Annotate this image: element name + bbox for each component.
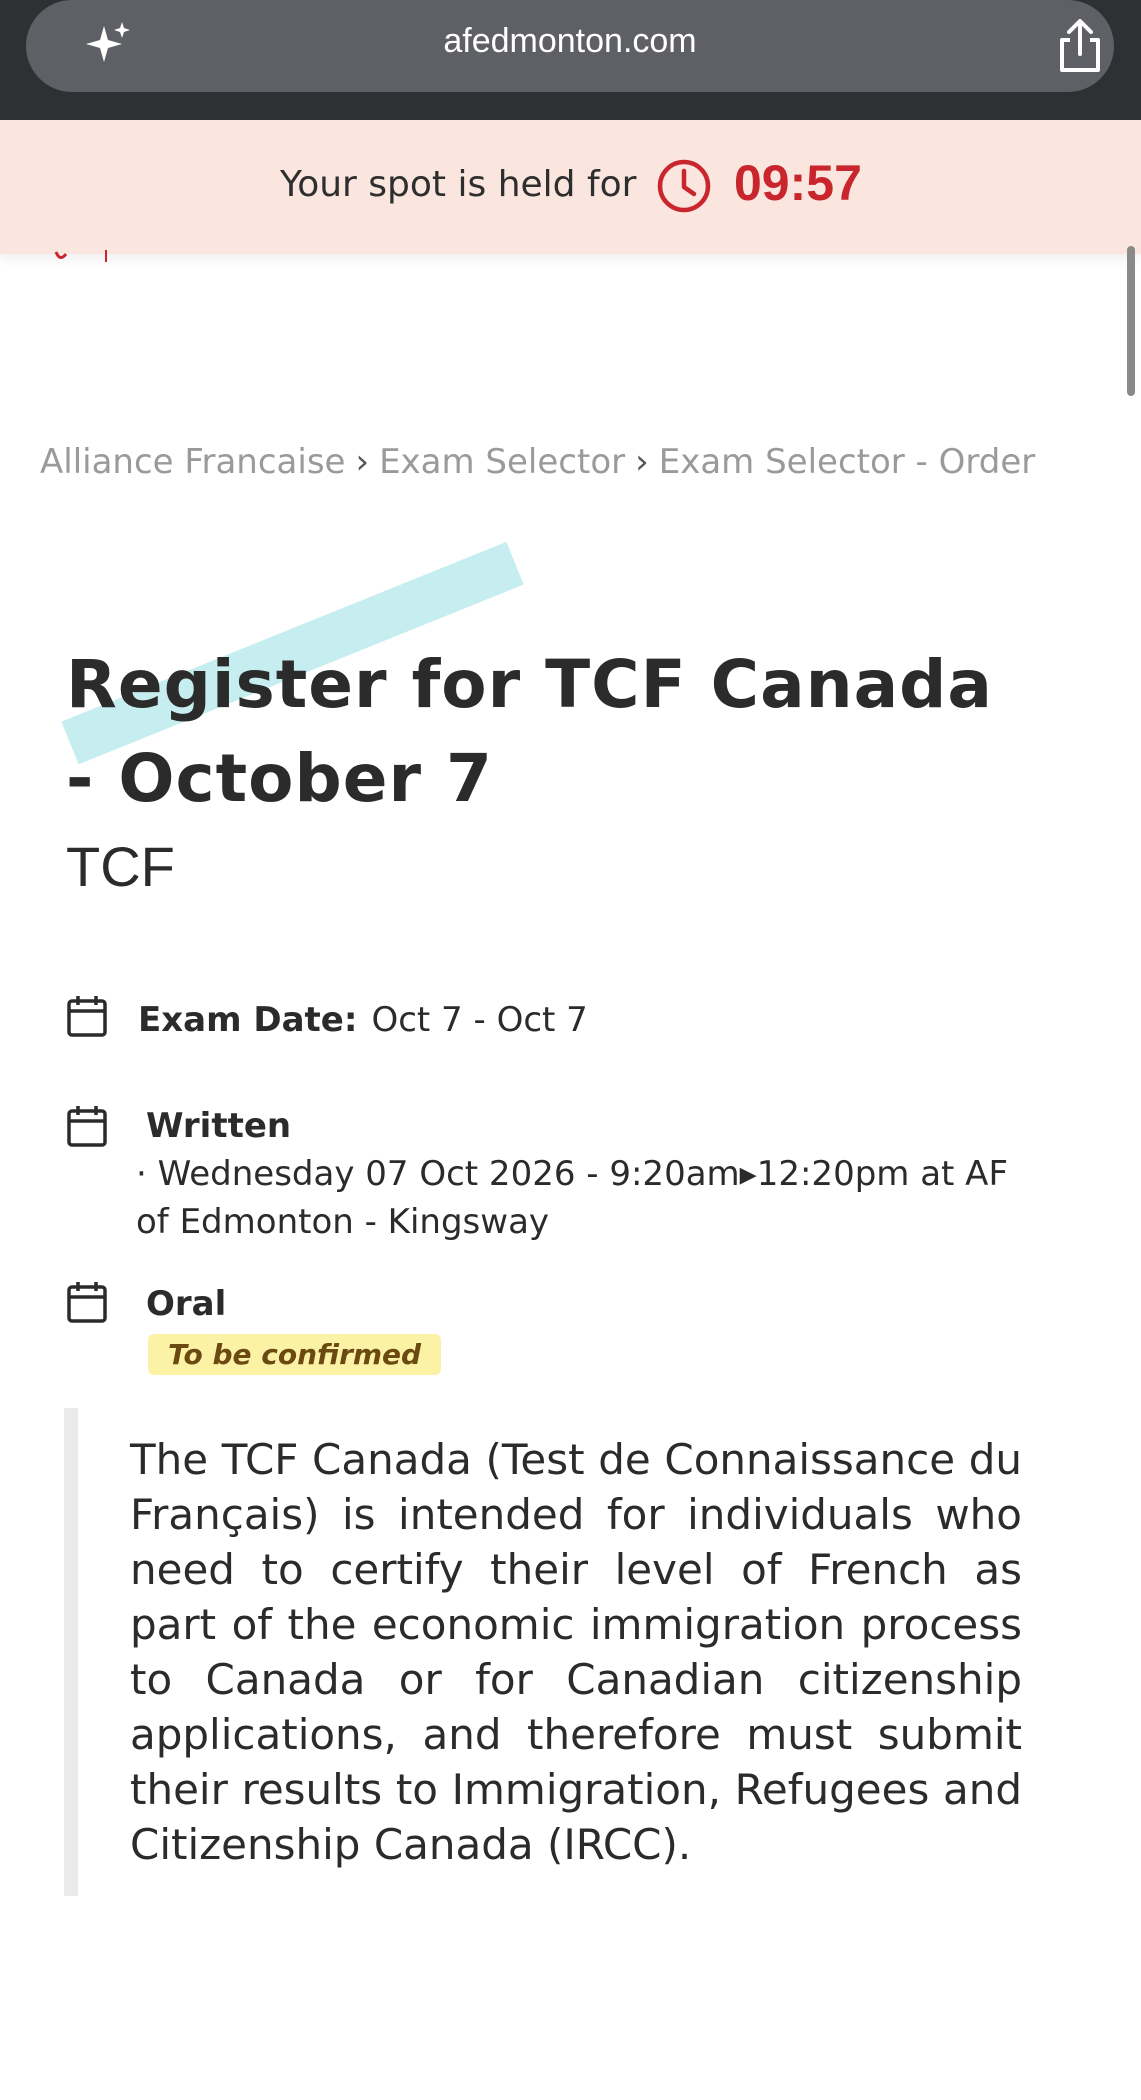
hold-message: Your spot is held for <box>280 164 637 205</box>
page-title: Register for TCF Canada - October 7 <box>66 646 993 817</box>
oral-status-badge: To be confirmed <box>148 1334 442 1375</box>
logo-fragment <box>54 250 107 262</box>
exam-date-row: Exam Date: Oct 7 - Oct 7 <box>138 1000 588 1040</box>
calendar-icon <box>67 1282 107 1323</box>
title-block: Register for TCF Canada - October 7 <box>66 638 1026 826</box>
browser-toolbar: afedmonton.com <box>0 0 1141 120</box>
page-subtitle: TCF <box>66 835 175 898</box>
exam-date-label: Exam Date: <box>138 1000 358 1040</box>
written-session-detail: · Wednesday 07 Oct 2026 - 9:20am▸12:20pm… <box>136 1154 1008 1242</box>
breadcrumb: Alliance Francaise › Exam Selector › Exam Se… <box>40 442 1035 482</box>
breadcrumb-separator: › <box>355 442 370 482</box>
share-icon[interactable] <box>1054 18 1106 74</box>
scrollbar[interactable] <box>1127 246 1135 396</box>
url-text[interactable]: afedmonton.com <box>26 22 1114 61</box>
address-bar[interactable]: afedmonton.com <box>26 0 1114 92</box>
written-label: Written <box>146 1106 292 1146</box>
oral-label: Oral <box>146 1284 227 1324</box>
exam-description: The TCF Canada (Test de Connaissance du … <box>130 1435 1022 1869</box>
clock-icon <box>657 159 711 213</box>
blockquote-bar <box>64 1408 78 1896</box>
spot-hold-banner: Your spot is held for 09:57 <box>0 120 1141 254</box>
hold-timer: 09:57 <box>734 155 862 211</box>
breadcrumb-exam-selector-order[interactable]: Exam Selector - Order <box>659 442 1036 482</box>
breadcrumb-alliance-francaise[interactable]: Alliance Francaise <box>40 442 345 482</box>
breadcrumb-separator: › <box>635 442 649 482</box>
breadcrumb-exam-selector[interactable]: Exam Selector <box>379 442 625 482</box>
calendar-icon <box>67 996 107 1037</box>
exam-date-value: Oct 7 - Oct 7 <box>371 1000 588 1040</box>
calendar-icon <box>67 1106 107 1147</box>
